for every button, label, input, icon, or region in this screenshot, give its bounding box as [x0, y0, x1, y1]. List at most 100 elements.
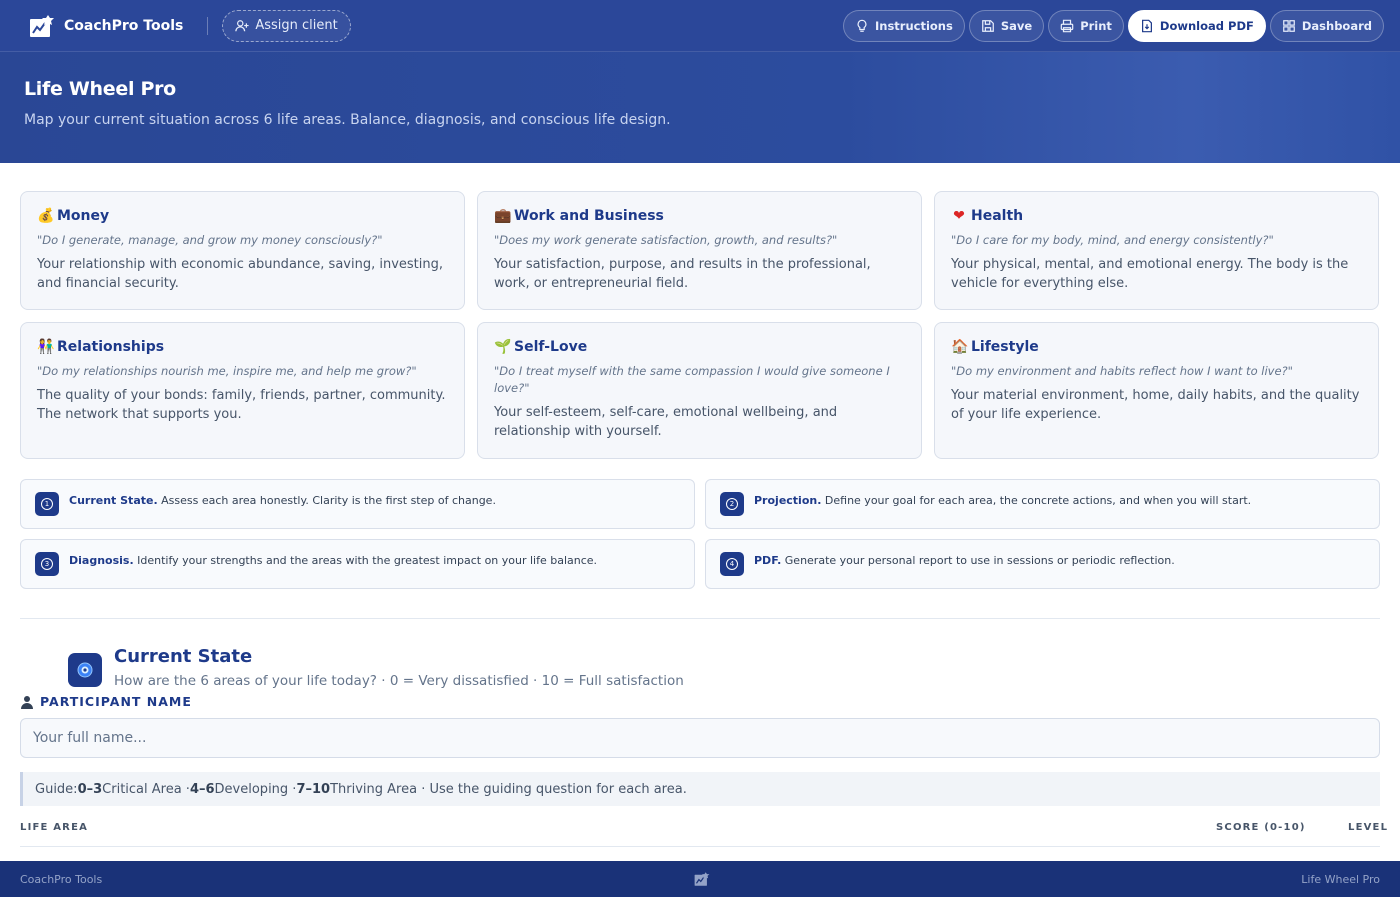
step-body: Define your goal for each area, the conc…: [821, 494, 1252, 507]
step-title: Diagnosis.: [69, 554, 134, 567]
page-subtitle: Map your current situation across 6 life…: [24, 112, 671, 128]
print-button[interactable]: Print: [1048, 9, 1124, 42]
participant-name-input[interactable]: [20, 718, 1380, 758]
guide-label-critical: Critical Area ·: [102, 781, 190, 797]
area-title-text: Relationships: [57, 339, 165, 355]
area-guiding-question: "Do my environment and habits reflect ho…: [951, 364, 1293, 378]
area-card-relationships: 👫 Relationships "Do my relationships nou…: [20, 322, 465, 459]
heart-icon: ❤: [953, 208, 965, 224]
step-number: 1: [41, 498, 53, 510]
step-text: Current State. Assess each area honestly…: [69, 493, 496, 509]
table-header-divider: [20, 846, 1380, 847]
area-card-title: 💼 Work and Business: [494, 208, 905, 224]
column-header-life-area: LIFE AREA: [20, 822, 89, 833]
download-pdf-label: Download PDF: [1159, 18, 1254, 33]
step-number: 3: [41, 558, 53, 570]
footer-product: Life Wheel Pro: [1301, 872, 1380, 886]
guide-range-critical: 0–3: [77, 781, 103, 797]
step-text: PDF. Generate your personal report to us…: [754, 553, 1175, 569]
lightbulb-icon: [857, 19, 867, 32]
area-card-money: 💰 Money "Do I generate, manage, and grow…: [20, 191, 465, 310]
assign-client-label: Assign client: [255, 18, 338, 33]
area-card-title: 👫 Relationships: [37, 339, 448, 355]
area-guiding-question: "Do I generate, manage, and grow my mone…: [37, 233, 383, 247]
house-icon: 🏠: [951, 339, 969, 355]
guide-label-thriving: Thriving Area · Use the guiding question…: [330, 781, 687, 797]
guide-label-developing: Developing ·: [214, 781, 297, 797]
step-diagnosis: 3 Diagnosis. Identify your strengths and…: [20, 539, 695, 589]
download-pdf-button[interactable]: Download PDF: [1127, 9, 1266, 42]
save-label: Save: [1000, 18, 1033, 33]
participant-name-label-text: PARTICIPANT NAME: [40, 694, 192, 709]
participant-name-label: PARTICIPANT NAME: [20, 694, 192, 709]
footer-brand: CoachPro Tools: [20, 872, 103, 886]
area-description: Your satisfaction, purpose, and results …: [494, 257, 871, 291]
step-title: Current State.: [69, 494, 158, 507]
column-header-level: LEVEL: [1348, 822, 1389, 833]
area-card-health: ❤ Health "Do I care for my body, mind, a…: [934, 191, 1379, 310]
section-subtitle: How are the 6 areas of your life today? …: [114, 673, 684, 689]
area-title-text: Lifestyle: [971, 339, 1039, 355]
step-body: Identify your strengths and the areas wi…: [133, 554, 598, 567]
compass-icon: [77, 662, 93, 678]
footer-logo-icon: [694, 872, 710, 886]
step-text: Diagnosis. Identify your strengths and t…: [69, 553, 597, 569]
scoring-guide: Guide: 0–3 Critical Area · 4–6 Developin…: [20, 772, 1380, 806]
print-label: Print: [1080, 18, 1112, 33]
hero-banner: Life Wheel Pro Map your current situatio…: [0, 52, 1400, 163]
brand-name: CoachPro Tools: [64, 17, 184, 34]
process-steps: 1 Current State. Assess each area honest…: [20, 479, 1380, 589]
area-guiding-question: "Do I treat myself with the same compass…: [494, 364, 890, 395]
area-card-lifestyle: 🏠 Lifestyle "Do my environment and habit…: [934, 322, 1379, 459]
footer: CoachPro Tools Life Wheel Pro: [0, 861, 1400, 897]
area-title-text: Self-Love: [514, 339, 588, 355]
step-text: Projection. Define your goal for each ar…: [754, 493, 1251, 509]
people-icon: 👫: [37, 339, 55, 355]
file-download-icon: [1141, 19, 1152, 32]
section-divider: [20, 618, 1380, 619]
area-description: Your physical, mental, and emotional ene…: [951, 257, 1349, 291]
brand[interactable]: CoachPro Tools: [28, 13, 183, 39]
column-header-score: SCORE (0-10): [1216, 822, 1306, 833]
area-card-self-love: 🌱 Self-Love "Do I treat myself with the …: [477, 322, 922, 459]
topbar-divider: [207, 16, 209, 35]
step-current-state: 1 Current State. Assess each area honest…: [20, 479, 695, 529]
assign-client-button[interactable]: Assign client: [222, 9, 351, 42]
area-card-title: ❤ Health: [951, 208, 1362, 224]
step-projection: 2 Projection. Define your goal for each …: [705, 479, 1380, 529]
area-description: Your material environment, home, daily h…: [951, 388, 1360, 422]
area-guiding-question: "Does my work generate satisfaction, gro…: [494, 233, 838, 247]
dashboard-button[interactable]: Dashboard: [1269, 9, 1384, 42]
step-number-badge: 3: [35, 552, 59, 576]
user-plus-icon: [235, 19, 249, 31]
area-description: Your self-esteem, self-care, emotional w…: [494, 405, 838, 439]
step-title: PDF.: [754, 554, 782, 567]
step-number-badge: 1: [35, 492, 59, 516]
step-number: 2: [726, 498, 738, 510]
instructions-button[interactable]: Instructions: [842, 9, 965, 42]
section-title: Current State: [114, 646, 253, 667]
page-title: Life Wheel Pro: [24, 78, 176, 100]
instructions-label: Instructions: [874, 18, 953, 33]
area-title-text: Work and Business: [514, 208, 664, 224]
area-description: The quality of your bonds: family, frien…: [37, 388, 446, 422]
step-number-badge: 4: [720, 552, 744, 576]
dashboard-label: Dashboard: [1301, 18, 1372, 33]
top-bar: CoachPro Tools Assign client Instruction…: [0, 0, 1400, 52]
area-guiding-question: "Do I care for my body, mind, and energy…: [951, 233, 1274, 247]
step-body: Generate your personal report to use in …: [781, 554, 1175, 567]
life-area-cards: 💰 Money "Do I generate, manage, and grow…: [20, 191, 1380, 459]
step-pdf: 4 PDF. Generate your personal report to …: [705, 539, 1380, 589]
save-button[interactable]: Save: [968, 9, 1045, 42]
area-card-title: 🌱 Self-Love: [494, 339, 905, 355]
seedling-icon: 🌱: [494, 339, 512, 355]
current-state-icon: [68, 653, 102, 687]
brand-logo-icon: [30, 14, 54, 37]
area-description: Your relationship with economic abundanc…: [37, 257, 444, 291]
area-guiding-question: "Do my relationships nourish me, inspire…: [37, 364, 417, 378]
step-number-badge: 2: [720, 492, 744, 516]
area-title-text: Health: [971, 208, 1024, 224]
area-card-title: 🏠 Lifestyle: [951, 339, 1362, 355]
area-title-text: Money: [57, 208, 110, 224]
save-icon: [981, 19, 994, 32]
